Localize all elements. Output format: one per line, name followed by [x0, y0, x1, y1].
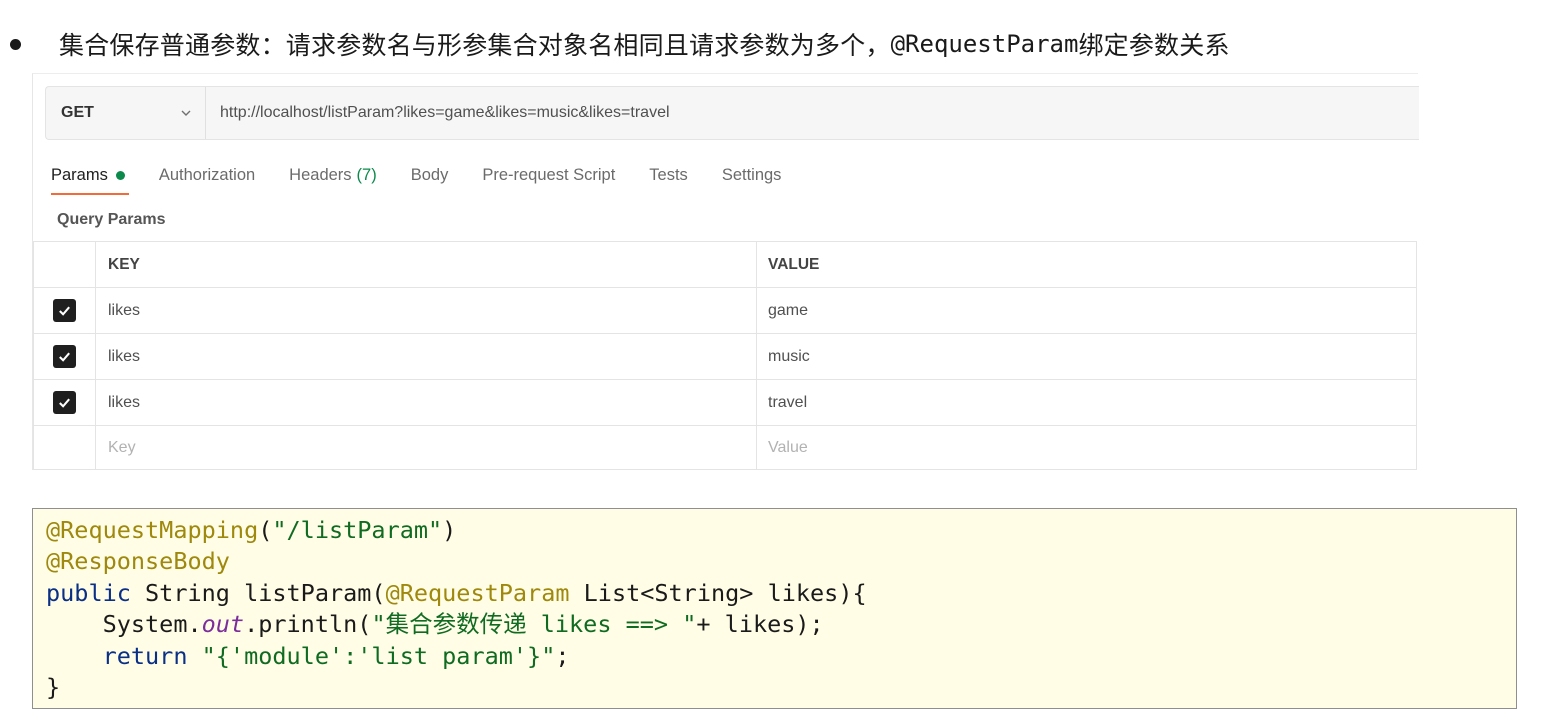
- new-value-input[interactable]: Value: [756, 425, 1417, 470]
- table-row: likes music: [33, 333, 1417, 380]
- code-text: System.: [102, 610, 202, 639]
- code-annotation: @ResponseBody: [46, 547, 230, 576]
- header-check-cell: [33, 241, 96, 288]
- tab-pre-request-label: Pre-request Script: [482, 165, 616, 184]
- code-string: "集合参数传递 likes ==> ": [371, 610, 697, 639]
- code-text: List<String> likes){: [569, 578, 867, 607]
- heading-suffix: 绑定参数关系: [1078, 31, 1230, 60]
- tab-settings-label: Settings: [721, 165, 782, 184]
- header-value: VALUE: [756, 241, 1417, 288]
- code-text: }: [46, 673, 61, 702]
- tab-body-label: Body: [410, 165, 449, 184]
- code-line-1: @RequestMapping("/listParam"): [46, 516, 456, 544]
- method-label: GET: [61, 104, 94, 121]
- request-tabs: Params Authorization Headers (7) Body Pre…: [51, 162, 815, 188]
- tab-headers[interactable]: Headers (7): [289, 166, 377, 185]
- headers-count-badge: (7): [356, 165, 377, 184]
- heading-line: 集合保存普通参数：请求参数名与形参集合对象名相同且请求参数为多个， @Reques…: [10, 24, 1510, 64]
- param-value-cell[interactable]: travel: [756, 379, 1417, 426]
- tab-tests[interactable]: Tests: [649, 166, 688, 185]
- chevron-down-icon: [181, 110, 191, 116]
- param-value-cell[interactable]: music: [756, 333, 1417, 380]
- tab-authorization[interactable]: Authorization: [159, 166, 255, 185]
- bullet-icon: [10, 38, 21, 50]
- table-row: likes travel: [33, 379, 1417, 426]
- tab-params-label: Params: [51, 165, 108, 184]
- code-keyword: return: [102, 641, 188, 670]
- method-select[interactable]: GET: [46, 87, 206, 139]
- code-text: .println(: [244, 610, 372, 639]
- new-key-input[interactable]: Key: [95, 425, 757, 470]
- row-check-cell: [33, 287, 96, 334]
- code-string: "/listParam": [272, 516, 443, 544]
- tab-authorization-label: Authorization: [158, 165, 256, 184]
- active-dot-icon: [115, 170, 125, 180]
- code-text: (: [258, 516, 273, 544]
- row-check-cell: [33, 379, 96, 426]
- code-line-3: public String listParam(@RequestParam Li…: [46, 579, 867, 607]
- code-line-5: return "{'module':'list param'}";: [46, 642, 570, 670]
- code-text: + likes);: [696, 610, 824, 639]
- code-annotation: @RequestParam: [385, 578, 570, 607]
- query-params-title: Query Params: [57, 211, 166, 228]
- tab-pre-request-script[interactable]: Pre-request Script: [482, 166, 615, 185]
- code-line-2: @ResponseBody: [46, 547, 230, 575]
- tab-params[interactable]: Params: [51, 166, 125, 185]
- checkbox-checked[interactable]: [53, 345, 76, 368]
- code-line-6: }: [46, 673, 60, 701]
- checkbox-checked[interactable]: [53, 391, 76, 414]
- code-static-field: out: [201, 610, 245, 639]
- table-row-new: Key Value: [33, 425, 1417, 470]
- checkmark-icon: [59, 352, 70, 362]
- url-bar: GET: [45, 86, 1419, 140]
- active-tab-underline: [51, 193, 129, 195]
- code-string: "{'module':'list param'}": [201, 641, 556, 670]
- code-keyword: public: [46, 578, 131, 607]
- heading-text: 集合保存普通参数：请求参数名与形参集合对象名相同且请求参数为多个，: [59, 31, 891, 60]
- code-text: ): [442, 516, 457, 544]
- code-text: ;: [555, 641, 570, 670]
- code-text: String listParam(: [130, 578, 386, 607]
- param-value-cell[interactable]: game: [756, 287, 1417, 334]
- table-header-row: KEY VALUE: [33, 241, 1417, 288]
- tab-body[interactable]: Body: [411, 166, 449, 185]
- checkbox-checked[interactable]: [53, 299, 76, 322]
- url-input[interactable]: [206, 87, 1419, 139]
- tab-settings[interactable]: Settings: [722, 166, 782, 185]
- checkmark-icon: [59, 398, 70, 408]
- tab-headers-label: Headers: [289, 165, 352, 184]
- table-row: likes game: [33, 287, 1417, 334]
- row-check-cell-empty: [33, 425, 96, 470]
- param-key-cell[interactable]: likes: [95, 379, 757, 426]
- header-key: KEY: [95, 241, 757, 288]
- code-annotation: @RequestMapping: [46, 516, 259, 544]
- query-params-table: KEY VALUE likes game likes music likes t…: [33, 241, 1417, 470]
- postman-request-panel: GET Params Authorization Headers(7) Body…: [32, 73, 1419, 470]
- row-check-cell: [33, 333, 96, 380]
- tab-tests-label: Tests: [649, 165, 688, 184]
- checkmark-icon: [59, 306, 70, 316]
- code-block: @RequestMapping("/listParam") @ResponseB…: [32, 508, 1517, 709]
- param-key-cell[interactable]: likes: [95, 287, 757, 334]
- code-line-4: System.out.println("集合参数传递 likes ==> "+ …: [46, 610, 824, 638]
- param-key-cell[interactable]: likes: [95, 333, 757, 380]
- heading-code: @RequestParam: [890, 30, 1079, 58]
